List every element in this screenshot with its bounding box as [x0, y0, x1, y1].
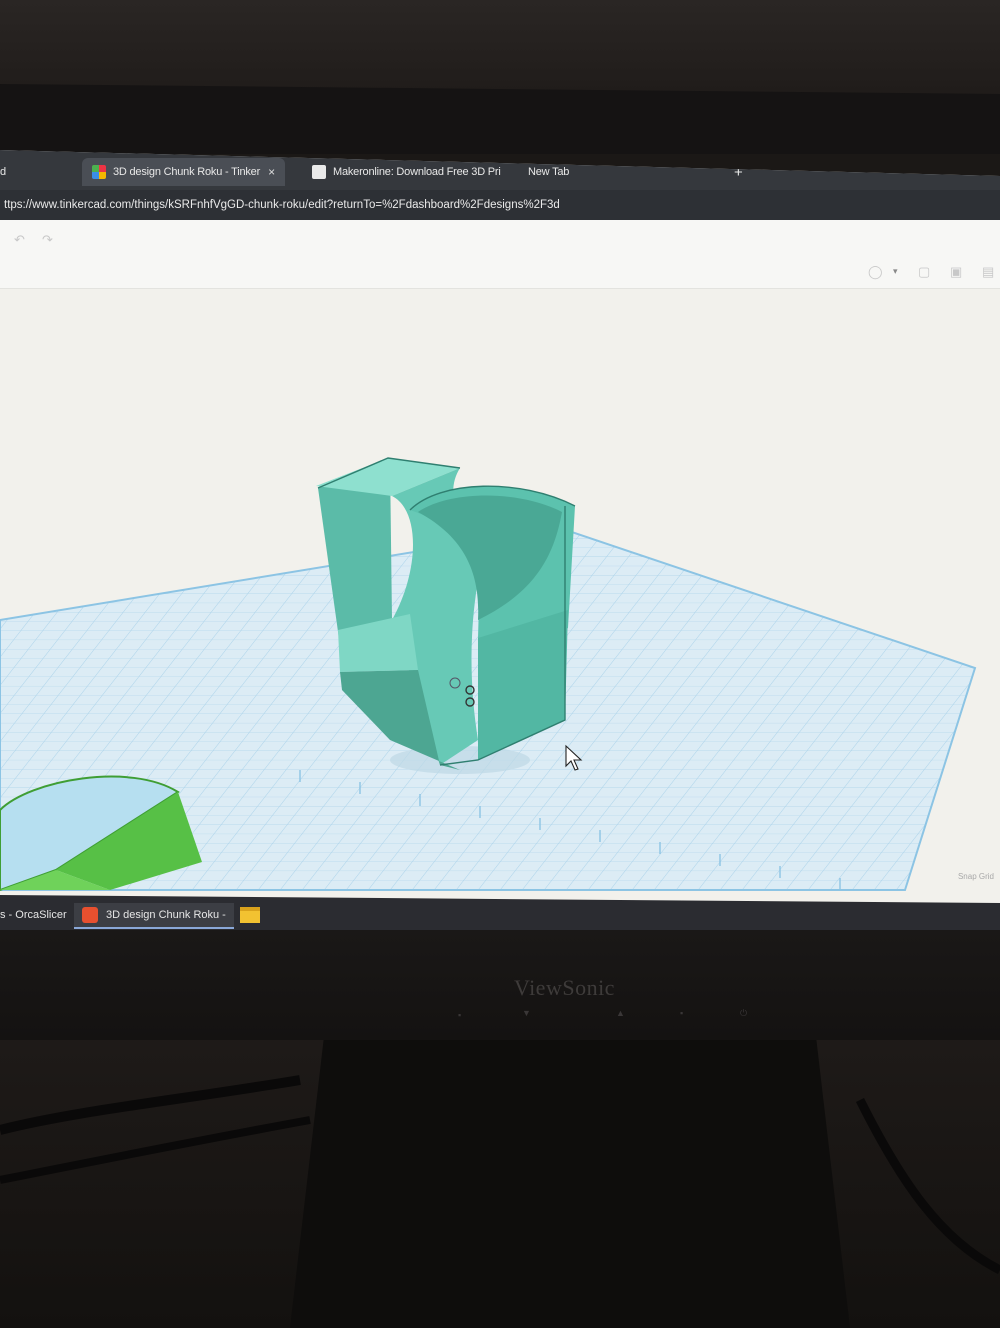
monitor-screen: d 3D design Chunk Roku - Tinker × Makero… [0, 150, 1000, 940]
brave-browser-icon [82, 907, 98, 923]
monitor-button-icon[interactable]: ▼ [522, 1008, 531, 1018]
monitor-button-icon[interactable]: ▪ [680, 1008, 683, 1018]
power-icon[interactable]: ⏻ [740, 1008, 747, 1019]
workplane-3d-view[interactable] [0, 150, 1000, 940]
monitor-button-icon[interactable]: ▪ [458, 1010, 461, 1020]
monitor-bottom-bezel [0, 930, 1000, 1040]
taskbar-label: s - OrcaSlicer [0, 909, 67, 921]
taskbar-label: 3D design Chunk Roku - [106, 909, 226, 921]
taskbar-item-orcaslicer[interactable]: s - OrcaSlicer [0, 903, 67, 927]
snap-grid-label[interactable]: Snap Grid [958, 872, 994, 881]
taskbar-item-brave-tinkercad[interactable]: 3D design Chunk Roku - [74, 903, 234, 929]
monitor-top-bezel [0, 84, 1000, 154]
cables [0, 1075, 1000, 1275]
monitor-button-icon[interactable]: ▲ [616, 1008, 625, 1018]
folder-icon [240, 907, 260, 923]
monitor-brand-logo: ViewSonic [514, 975, 615, 1000]
taskbar-item-file-explorer[interactable] [240, 903, 260, 927]
